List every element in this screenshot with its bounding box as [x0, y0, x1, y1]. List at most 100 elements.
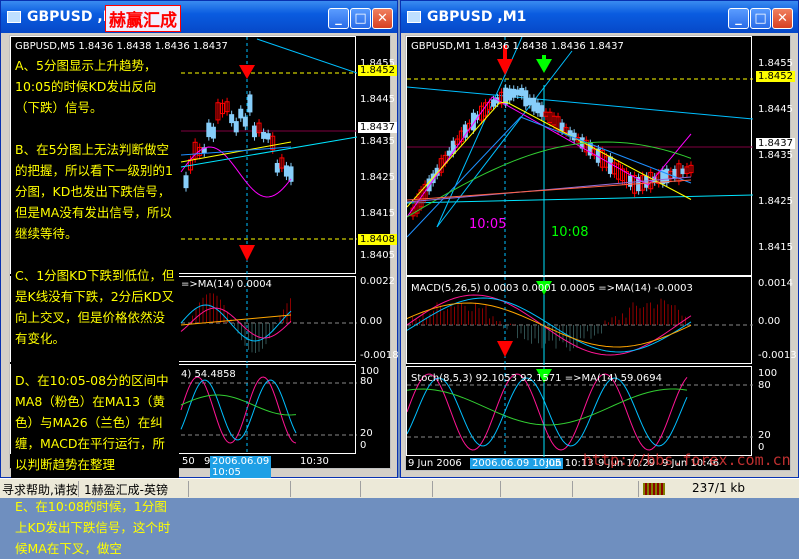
candle — [265, 133, 271, 140]
trend-line — [407, 86, 753, 120]
sell-arrow-icon — [239, 245, 255, 261]
tick: 1.8425 — [360, 172, 395, 183]
tick: 0.00 — [758, 316, 781, 327]
trend-line — [256, 38, 357, 74]
high-price-tag: 1.8452 — [358, 65, 397, 76]
sell-arrow-icon — [497, 341, 513, 357]
candle — [238, 108, 244, 119]
right-chart-area[interactable]: GBPUSD,M1 1.8436 1.8438 1.8436 1.8437 10… — [405, 35, 797, 471]
candle — [242, 116, 248, 127]
close-button[interactable]: ✕ — [772, 8, 793, 29]
candle — [559, 122, 565, 132]
candle — [511, 88, 517, 98]
status-help: 寻求帮助,请按 — [2, 483, 78, 497]
stoch-main — [180, 376, 297, 444]
stoch-signal — [407, 377, 688, 447]
tick: 0.0014 — [758, 278, 793, 289]
macd-label: MACD(5,26,5) 0.0003 0.0001 0.0005 =>MA(1… — [411, 283, 693, 294]
tick: 80 — [360, 376, 373, 387]
right-title-bar[interactable]: GBPUSD ,M1 _ □ ✕ — [401, 1, 798, 33]
signal-arrow-icon — [542, 55, 546, 61]
right-stoch-pane[interactable]: Stoch(8,5,3) 92.1053 92.1571 =>MA(14) 59… — [406, 366, 753, 457]
close-button[interactable]: ✕ — [372, 8, 393, 29]
chart-window-icon — [7, 11, 21, 23]
candle — [535, 102, 541, 114]
candle — [206, 122, 212, 138]
note-d: D、在10:05-08分的区间中MA8（粉色）在MA13（黄色）与MA26（兰色… — [15, 373, 169, 472]
candle — [247, 94, 253, 113]
sell-arrow-icon — [239, 65, 255, 79]
watermark: http://bbs.forex.com.cn — [583, 451, 791, 469]
tick: 1.8415 — [360, 208, 395, 219]
stoch-label: 4) 54.4858 — [181, 369, 236, 380]
connection-bars-icon — [643, 483, 665, 495]
maximize-button[interactable]: □ — [350, 8, 371, 29]
tick: -0.0018 — [360, 350, 399, 361]
ma-long-line — [180, 136, 357, 168]
candle — [183, 175, 189, 189]
tick: 1.8445 — [360, 94, 395, 105]
candle — [644, 175, 650, 188]
candle — [523, 90, 529, 107]
sell-arrow-icon — [497, 59, 513, 75]
buy-signal-arrow-icon — [536, 59, 552, 73]
tick: 80 — [758, 380, 771, 391]
candle — [251, 125, 257, 138]
tick: 1.8455 — [758, 58, 793, 69]
note-e: E、在10:08的时候，1分图上KD发出下跌信号，这个时候MA在下叉，做空 — [15, 499, 171, 556]
stoch-ma — [180, 394, 297, 416]
tick: 50 — [182, 456, 195, 467]
candle — [664, 168, 670, 184]
right-chart-header: GBPUSD,M1 1.8436 1.8438 1.8436 1.8437 — [411, 41, 624, 52]
marker-1005-label: 10:05 — [469, 217, 507, 232]
time-cursor-label: 2006.06.09 10:05 — [210, 456, 272, 478]
candle — [607, 156, 613, 174]
left-title-bar[interactable]: GBPUSD ,M5 赫赢汇成 _ □ ✕ — [1, 1, 397, 33]
stoch-signal — [180, 379, 297, 441]
candle — [491, 99, 497, 107]
candle — [233, 121, 239, 133]
minimize-button[interactable]: _ — [728, 8, 749, 29]
tick: 1.8425 — [758, 196, 793, 207]
tick: 1.8405 — [360, 250, 395, 261]
tick: 20 — [758, 430, 771, 441]
right-window-title: GBPUSD ,M1 — [427, 9, 527, 25]
status-profile: 1赫盈汇成-英镑 — [84, 483, 168, 497]
tick: 0.0022 — [360, 276, 395, 287]
candle — [531, 97, 537, 112]
current-price-tag: 1.8437 — [756, 138, 795, 149]
candle — [515, 89, 521, 96]
tick: 1.8435 — [360, 136, 395, 147]
candle — [283, 165, 289, 177]
tick: 100 — [758, 368, 778, 379]
marker-1008-label: 10:08 — [551, 225, 589, 240]
high-price-tag: 1.8452 — [756, 71, 795, 82]
note-c: C、1分图KD下跌到低位，但是K线没有下跌，2分后KD又向上交叉，但是价格依然没… — [15, 268, 175, 346]
tick: 10:30 — [300, 456, 329, 467]
candle — [229, 114, 235, 124]
candle — [519, 87, 525, 97]
candle — [680, 168, 686, 175]
stamp-logo: 赫赢汇成 — [105, 5, 181, 32]
right-macd-pane[interactable]: MACD(5,26,5) 0.0003 0.0001 0.0005 =>MA(1… — [406, 276, 753, 365]
candle — [539, 105, 545, 117]
status-bar: 寻求帮助,请按 1赫盈汇成-英镑 237/1 kb — [0, 478, 799, 498]
maximize-button[interactable]: □ — [750, 8, 771, 29]
candle — [261, 131, 267, 139]
tick: 0.00 — [360, 316, 383, 327]
minimize-button[interactable]: _ — [328, 8, 349, 29]
current-price-tag: 1.8437 — [358, 122, 397, 133]
right-main-pane[interactable]: GBPUSD,M1 1.8436 1.8438 1.8436 1.8437 10… — [406, 36, 753, 277]
right-chart-window[interactable]: GBPUSD ,M1 _ □ ✕ GBPUSD,M1 1.8436 1.8438… — [400, 0, 799, 478]
status-traffic: 237/1 kb — [692, 481, 745, 495]
candle — [527, 97, 533, 106]
low-price-tag: 1.8408 — [358, 234, 397, 245]
candle — [507, 88, 513, 101]
left-chart-window[interactable]: GBPUSD ,M5 赫赢汇成 _ □ ✕ GBPUSD,M5 1.8436 1… — [0, 0, 399, 556]
tick: 1.8445 — [758, 104, 793, 115]
candle — [446, 150, 452, 156]
candle — [210, 126, 216, 139]
tick: -0.0013 — [758, 350, 797, 361]
tick: 1.8435 — [758, 150, 793, 161]
tick: 9 Jun 2006 — [408, 458, 462, 469]
